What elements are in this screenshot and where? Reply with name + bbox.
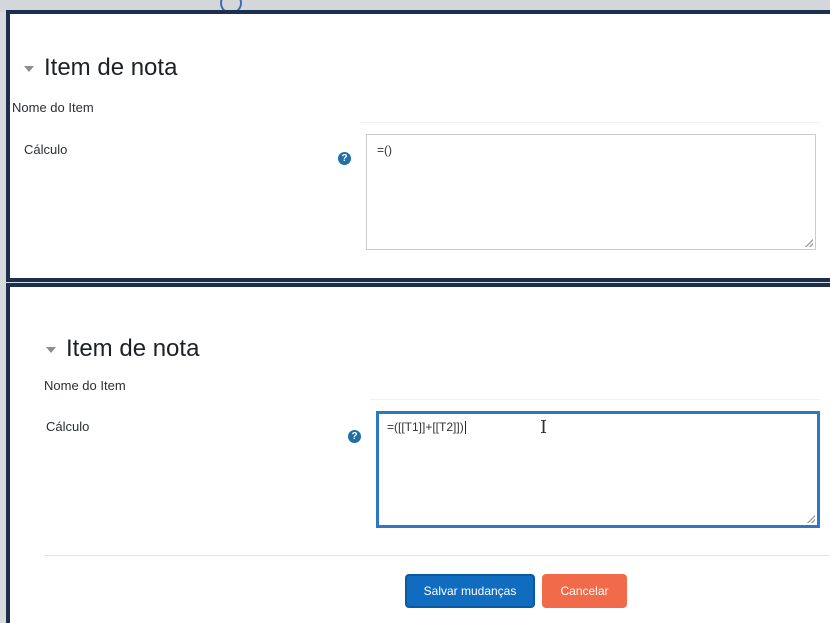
section-title: Item de nota	[66, 335, 200, 362]
caret-down-icon	[24, 66, 34, 72]
resize-handle-icon[interactable]	[805, 239, 813, 247]
text-cursor	[464, 421, 466, 435]
cancel-button[interactable]: Cancelar	[542, 574, 627, 608]
item-name-field[interactable]	[370, 399, 820, 400]
calculation-textarea-focused[interactable]: =([[T1]]+[[T2]])	[376, 411, 820, 528]
caret-down-icon	[46, 347, 56, 353]
calculation-textarea[interactable]: =()	[366, 134, 816, 250]
save-changes-button[interactable]: Salvar mudanças	[405, 574, 535, 608]
calculation-value: =()	[377, 143, 392, 157]
calculation-label: Cálculo	[46, 419, 90, 434]
form-divider	[44, 555, 830, 556]
grade-item-panel-before: Item de nota Nome do Item Cálculo ? =()	[6, 10, 830, 282]
ibeam-cursor-icon: I	[540, 417, 548, 438]
grade-item-panel-after: Item de nota Nome do Item Cálculo ? =([[…	[6, 283, 830, 623]
calculation-label: Cálculo	[24, 142, 68, 157]
item-name-label: Nome do Item	[12, 100, 94, 115]
section-title: Item de nota	[44, 54, 178, 81]
section-header-collapse[interactable]: Item de nota	[24, 54, 177, 82]
help-icon[interactable]: ?	[348, 430, 361, 443]
section-header-collapse[interactable]: Item de nota	[46, 335, 199, 363]
item-name-field[interactable]	[360, 122, 820, 123]
calculation-value: =([[T1]]+[[T2]])	[387, 420, 464, 434]
resize-handle-icon[interactable]	[807, 515, 815, 523]
help-icon[interactable]: ?	[338, 152, 351, 165]
item-name-label: Nome do Item	[44, 378, 126, 393]
